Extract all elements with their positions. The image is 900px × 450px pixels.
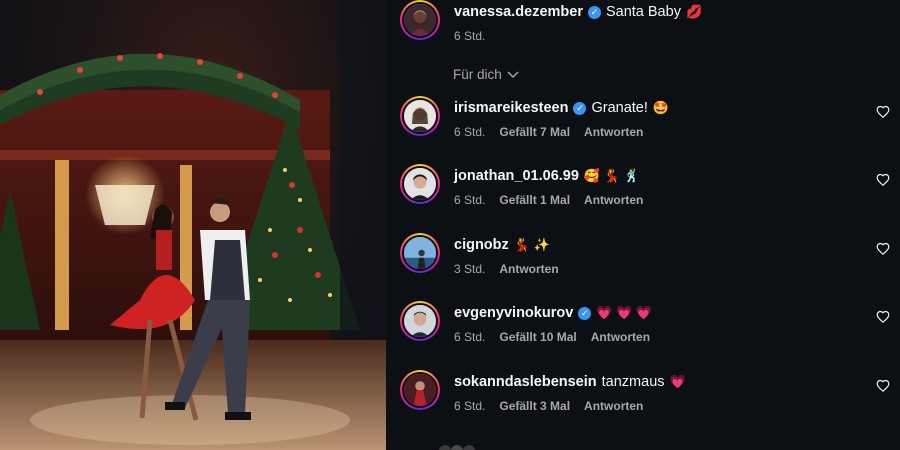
- reply-button[interactable]: Antworten: [499, 262, 558, 276]
- comment-header: cignobz 💃 ✨: [454, 236, 550, 254]
- comment-header: vanessa.dezember ✓ Santa Baby 💋: [454, 3, 702, 21]
- comment-meta: 6 Std. Gefällt 10 Mal Antworten: [454, 330, 650, 344]
- avatar-photo-icon: [404, 305, 436, 337]
- reply-button[interactable]: Antworten: [591, 330, 650, 344]
- comment-text: Santa Baby: [605, 4, 681, 20]
- avatar[interactable]: [400, 370, 440, 410]
- comment-meta: 6 Std. Gefällt 1 Mal Antworten: [454, 193, 643, 207]
- comment-header: evgenyvinokurov ✓ 💗 💗 💗: [454, 304, 652, 322]
- username[interactable]: sokanndaslebensein: [454, 373, 597, 391]
- comment-header: irismareikesteen ✓ Granate! 🤩: [454, 99, 669, 117]
- reply-button[interactable]: Antworten: [584, 193, 643, 207]
- avatar-photo-icon: [404, 374, 436, 406]
- like-heart-icon[interactable]: [876, 105, 890, 119]
- comment-item: jonathan_01.06.99 🥰 💃 🕺 6 Std. Gefällt 1…: [400, 164, 900, 224]
- comment-emojis: 🤩: [652, 100, 670, 115]
- avatar-photo-icon: [404, 168, 436, 200]
- comment-item: evgenyvinokurov ✓ 💗 💗 💗 6 Std. Gefällt 1…: [400, 301, 900, 361]
- avatar-photo-icon: [404, 237, 436, 269]
- comment-time: 3 Std.: [454, 262, 486, 276]
- likes-count-link[interactable]: Gefällt 7 Mal: [499, 125, 570, 139]
- comments-panel: vanessa.dezember ✓ Santa Baby 💋 6 Std. F…: [386, 0, 900, 450]
- sort-label: Für dich: [453, 67, 502, 82]
- username[interactable]: evgenyvinokurov: [454, 304, 573, 322]
- like-heart-icon[interactable]: [876, 242, 890, 256]
- likes-count-link[interactable]: Gefällt 3 Mal: [499, 399, 570, 413]
- comment-emojis: 💗: [669, 374, 686, 389]
- comment-meta: 3 Std. Antworten: [454, 262, 559, 276]
- comment-emojis: 💋: [685, 4, 703, 19]
- comment-time: 6 Std.: [454, 399, 486, 413]
- comment-time: 6 Std.: [454, 29, 486, 43]
- like-heart-icon[interactable]: [876, 310, 890, 324]
- comment-text: tanzmaus: [601, 374, 665, 390]
- comment-emojis: 🥰 💃 🕺: [583, 168, 640, 183]
- reply-button[interactable]: Antworten: [584, 399, 643, 413]
- username[interactable]: jonathan_01.06.99: [454, 167, 579, 185]
- more-avatars-peek: [439, 445, 475, 450]
- avatar[interactable]: [400, 164, 440, 204]
- comment-item: cignobz 💃 ✨ 3 Std. Antworten: [400, 233, 900, 293]
- dance-scene-illustration: [0, 0, 386, 450]
- username[interactable]: vanessa.dezember: [454, 3, 583, 21]
- verified-badge-icon: ✓: [578, 306, 592, 320]
- avatar[interactable]: [400, 301, 440, 341]
- avatar-photo-icon: [404, 4, 436, 36]
- username[interactable]: cignobz: [454, 236, 509, 254]
- reply-button[interactable]: Antworten: [584, 125, 643, 139]
- avatar[interactable]: [400, 96, 440, 136]
- comment-meta: 6 Std. Gefällt 7 Mal Antworten: [454, 125, 643, 139]
- comment-text: Granate!: [591, 100, 648, 116]
- avatar[interactable]: [400, 233, 440, 273]
- comment-header: jonathan_01.06.99 🥰 💃 🕺: [454, 167, 640, 185]
- verified-badge-icon: ✓: [587, 5, 601, 19]
- comment-item: vanessa.dezember ✓ Santa Baby 💋 6 Std.: [400, 0, 900, 60]
- likes-count-link[interactable]: Gefällt 10 Mal: [499, 330, 576, 344]
- like-heart-icon[interactable]: [876, 379, 890, 393]
- likes-count-link[interactable]: Gefällt 1 Mal: [499, 193, 570, 207]
- comment-item: sokanndaslebensein tanzmaus 💗 6 Std. Gef…: [400, 370, 900, 430]
- verified-badge-icon: ✓: [573, 101, 587, 115]
- avatar-photo-icon: [404, 100, 436, 132]
- comment-meta: 6 Std. Gefällt 3 Mal Antworten: [454, 399, 643, 413]
- sort-selector[interactable]: Für dich: [453, 67, 519, 82]
- comment-emojis: 💗 💗 💗: [596, 305, 653, 320]
- chevron-down-icon: [507, 70, 519, 78]
- username[interactable]: irismareikesteen: [454, 99, 568, 117]
- comment-time: 6 Std.: [454, 193, 486, 207]
- avatar[interactable]: [400, 0, 440, 40]
- comment-time: 6 Std.: [454, 330, 486, 344]
- comment-header: sokanndaslebensein tanzmaus 💗: [454, 373, 686, 391]
- comment-time: 6 Std.: [454, 125, 486, 139]
- like-heart-icon[interactable]: [876, 173, 890, 187]
- comment-meta: 6 Std.: [454, 29, 485, 43]
- post-photo[interactable]: [0, 0, 386, 450]
- comment-item: irismareikesteen ✓ Granate! 🤩 6 Std. Gef…: [400, 96, 900, 156]
- comment-emojis: 💃 ✨: [513, 237, 550, 252]
